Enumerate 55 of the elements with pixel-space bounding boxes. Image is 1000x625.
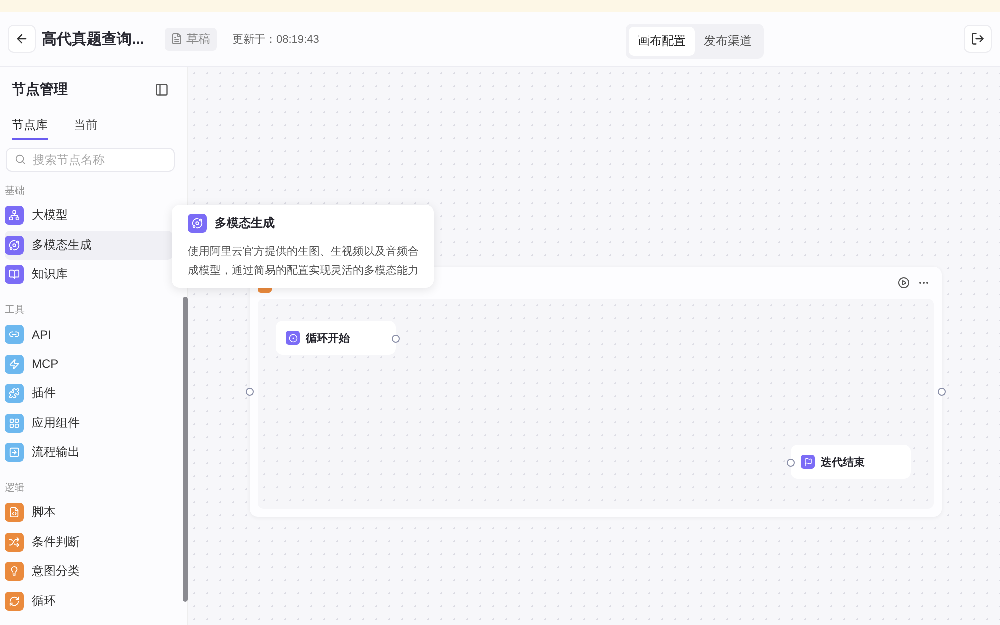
sidebar-title: 节点管理 [12,81,68,99]
search-icon [15,154,26,165]
connection-handle[interactable] [246,388,254,396]
tooltip-title: 多模态生成 [215,215,275,232]
node-list-item[interactable]: 大模型 [5,201,173,231]
node-icon [801,455,815,469]
tooltip-icon [188,214,207,233]
run-icon[interactable] [898,277,910,289]
node-list-item[interactable]: 知识库 [5,260,173,290]
group-label: 工具 [5,304,26,317]
back-icon [15,32,29,46]
node-list-item[interactable]: MCP [5,349,173,379]
sidebar-tab[interactable]: 节点库 [12,117,48,140]
node-list-item[interactable]: 多模态生成 [5,230,173,260]
view-tab[interactable]: 画布配置 [629,27,695,56]
exit-icon [971,32,985,46]
view-tab[interactable]: 发布渠道 [695,27,761,56]
node-label: 迭代结束 [821,456,865,470]
node-name: MCP [32,357,59,372]
document-icon [170,33,183,45]
node-list-item[interactable]: 插件 [5,378,173,409]
node-icon [286,331,300,345]
node-label: 循环开始 [306,332,350,346]
node-name: 多模态生成 [32,236,92,254]
node-name: 循环 [32,592,56,610]
node-list-item[interactable]: 脚本 [5,498,173,528]
node-name: 应用组件 [32,414,80,432]
sidebar-tab[interactable]: 当前 [74,117,98,140]
collapse-icon[interactable] [155,83,169,97]
node-list-item[interactable]: 流程输出 [5,438,173,468]
node-list-item[interactable]: 条件判断 [5,527,173,557]
node-name: 意图分类 [32,563,80,580]
connection-handle[interactable] [787,459,795,467]
status-tag: 草稿 [164,28,217,50]
node-name: API [32,328,52,342]
node-name: 插件 [32,385,56,402]
node-list-item[interactable]: 意图分类 [5,556,173,587]
node-name: 脚本 [32,504,56,522]
node-name: 条件判断 [32,534,80,551]
node-name: 大模型 [32,207,68,224]
page-title: 高代真题查询... [42,30,145,48]
scrollbar[interactable] [183,297,188,602]
back-button[interactable] [8,25,36,53]
node-list-item[interactable]: API [5,320,173,350]
connection-handle[interactable] [392,335,400,343]
group-label: 逻辑 [5,482,26,495]
connection-handle[interactable] [938,388,946,396]
node-list-item[interactable]: 循环 [5,586,173,616]
search-field[interactable]: 搜索节点名称 [6,148,175,172]
node-name: 知识库 [32,266,68,284]
node-list-item[interactable]: 应用组件 [5,408,173,438]
node-name: 流程输出 [32,444,80,462]
exit-button[interactable] [964,25,992,53]
group-label: 基础 [5,184,26,198]
updated-time: 更新于：08:19:43 [232,32,320,46]
